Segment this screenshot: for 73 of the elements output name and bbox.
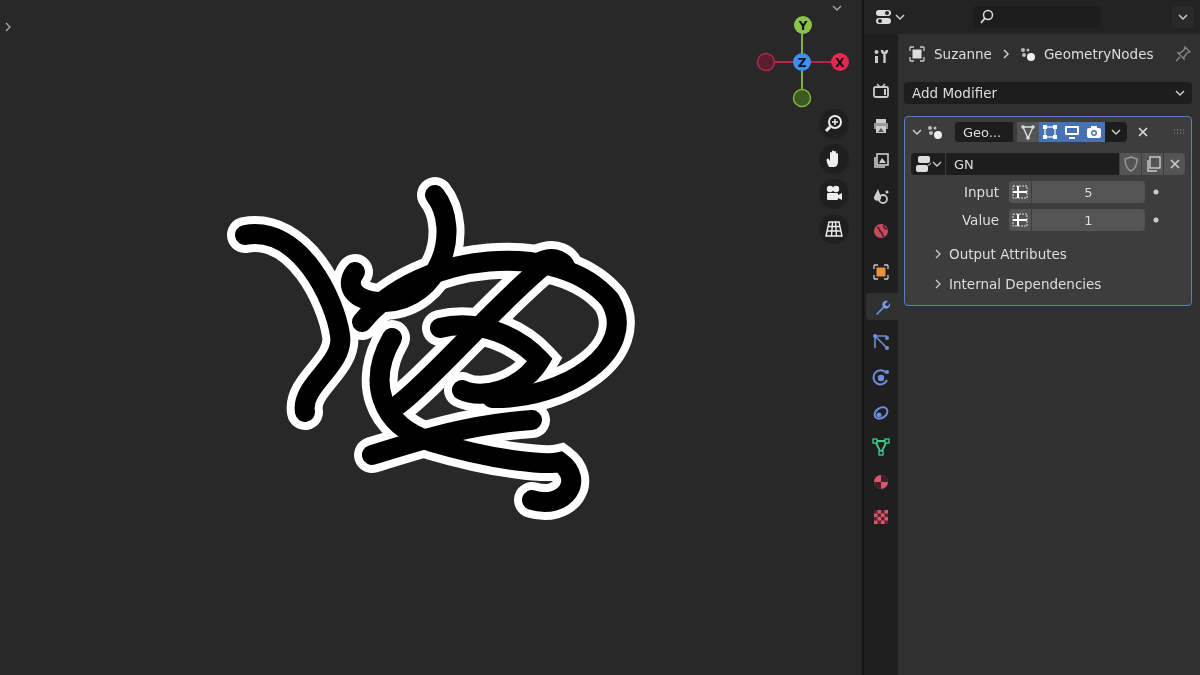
axis-label: Z (797, 55, 807, 70)
chevron-down-icon (895, 12, 905, 22)
keyframe-dot-icon[interactable] (1153, 189, 1159, 195)
chevron-down-icon (1177, 11, 1189, 23)
axis-label: Y (798, 18, 808, 33)
node-group-field[interactable]: GN (945, 153, 1119, 175)
close-icon (1168, 158, 1181, 170)
modifier-toggle[interactable] (1083, 122, 1105, 142)
modifier-menu-dropdown[interactable] (1105, 122, 1127, 142)
zoom-icon (824, 114, 844, 134)
render-icon (872, 81, 890, 100)
triangle-vertices-icon (1020, 124, 1036, 140)
object-icon (908, 45, 926, 63)
mesh-data-icon (872, 437, 890, 456)
editor-toggle-icon (874, 7, 894, 27)
checkerboard-icon (872, 507, 890, 526)
axis-label: X (835, 55, 845, 70)
search-icon (979, 9, 995, 25)
modifier-toggle[interactable] (1039, 122, 1061, 142)
number-field[interactable]: 5 (1032, 181, 1145, 203)
options-dropdown[interactable] (1172, 6, 1194, 28)
add-modifier-dropdown[interactable]: Add Modifier (904, 82, 1192, 104)
duplicate-button[interactable] (1141, 153, 1163, 175)
chevron-down-icon[interactable] (911, 126, 923, 138)
nodes-icon (927, 124, 943, 140)
modifier-toggle[interactable] (1017, 122, 1039, 142)
viewport-nav-button[interactable] (819, 109, 849, 139)
keyframe-dot-icon[interactable] (1153, 217, 1159, 223)
chevron-down-icon (1110, 126, 1122, 138)
number-field[interactable]: 1 (1032, 209, 1145, 231)
physics-icon (872, 367, 890, 386)
unlink-button[interactable] (1163, 153, 1185, 175)
chevron-down-icon (931, 159, 942, 169)
globe-icon (872, 221, 890, 240)
shield-icon (1122, 156, 1139, 172)
image-stack-icon (872, 151, 890, 170)
copy-icon (1144, 156, 1161, 172)
edit-mode-icon (1042, 124, 1058, 140)
pin-button[interactable] (1174, 45, 1192, 63)
printer-icon (872, 116, 890, 135)
viewport-nav-button[interactable] (819, 179, 849, 209)
nodes-icon (1019, 46, 1036, 62)
particles-icon (872, 332, 890, 351)
viewport-nav-button[interactable] (819, 214, 849, 244)
attribute-table-icon (1012, 213, 1028, 227)
camera-icon (1086, 124, 1102, 140)
modifier-name: GeometryNodes (1043, 46, 1154, 62)
attribute-toggle-button[interactable] (1009, 209, 1031, 231)
input-label: Input (963, 184, 1000, 200)
node-tree-icon (914, 155, 931, 173)
axis-gizmo-drawing[interactable] (756, 16, 849, 108)
search-field[interactable] (973, 6, 1101, 28)
object-icon (872, 262, 890, 281)
chevron-down-icon[interactable] (831, 3, 843, 13)
object-name: Suzanne (934, 46, 992, 62)
attribute-table-icon (1012, 185, 1028, 199)
chevron-down-icon (1174, 87, 1186, 99)
node-group-browse-button[interactable] (911, 153, 945, 175)
fake-user-button[interactable] (1119, 153, 1141, 175)
modifier-name-field[interactable]: Geo... (955, 122, 1013, 142)
remove-button[interactable] (1137, 126, 1149, 138)
viewport-nav-button[interactable] (819, 144, 849, 174)
drag-grip-icon[interactable] (1173, 128, 1185, 136)
subpanel-header[interactable]: Output Attributes (911, 241, 1185, 267)
material-sphere-icon (872, 472, 890, 491)
properties-tab[interactable] (866, 293, 898, 320)
monitor-icon (1064, 124, 1080, 140)
grid-icon (824, 219, 844, 239)
close-icon (1137, 126, 1149, 138)
subpanel-header[interactable]: Internal Dependencies (911, 271, 1185, 297)
input-label: Value (960, 212, 1000, 228)
attribute-toggle-button[interactable] (1009, 181, 1031, 203)
pin-icon (1174, 45, 1192, 63)
